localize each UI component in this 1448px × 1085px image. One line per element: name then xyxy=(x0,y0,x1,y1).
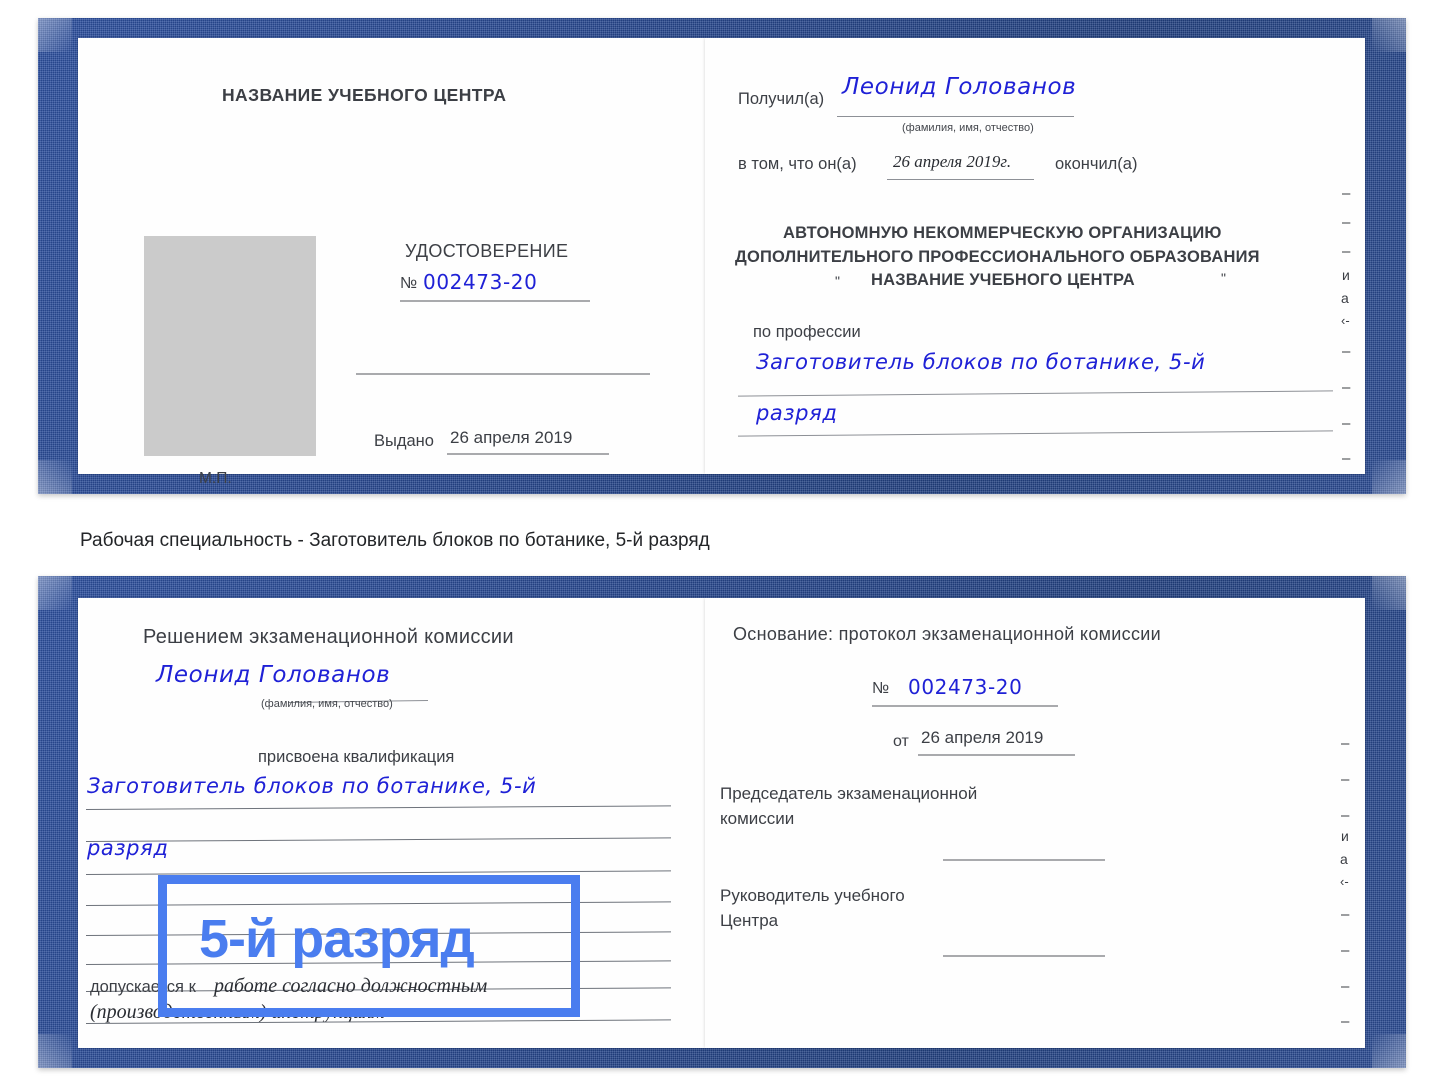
edge-mark-b5: ‹- xyxy=(1340,874,1349,889)
edge-mark-9: – xyxy=(1342,450,1351,467)
head-line-2: Центра xyxy=(720,911,779,930)
certificate-number-value: 002473-20 xyxy=(423,270,538,294)
profession-value-line-2: разряд xyxy=(756,401,838,425)
training-center-header: НАЗВАНИЕ УЧЕБНОГО ЦЕНТРА xyxy=(222,85,507,105)
edge-mark-3: и xyxy=(1342,267,1350,283)
blank-rule-1 xyxy=(356,373,650,375)
protocol-date-underline xyxy=(918,754,1075,756)
certificate-number-prefix: № xyxy=(400,275,418,292)
issued-underline xyxy=(447,453,609,455)
certificate-top: НАЗВАНИЕ УЧЕБНОГО ЦЕНТРА УДОСТОВЕРЕНИЕ №… xyxy=(38,18,1406,494)
edge-mark-b3: и xyxy=(1341,828,1349,844)
chairman-signature-line xyxy=(943,859,1105,861)
profession-rule-2 xyxy=(738,430,1333,437)
edge-mark-7: – xyxy=(1342,379,1351,396)
edge-mark-b0: – xyxy=(1341,735,1350,752)
binder-fold-top-right-2 xyxy=(1372,576,1406,610)
head-signature-line xyxy=(943,955,1105,957)
in-that-underline xyxy=(887,179,1034,180)
protocol-number-underline xyxy=(872,705,1058,707)
edge-mark-b9: – xyxy=(1341,1013,1350,1030)
binder-fold-top-left xyxy=(38,18,72,52)
finished-label: окончил(а) xyxy=(1055,155,1138,173)
edge-mark-b7: – xyxy=(1341,942,1350,959)
certificate-bottom-right-page: Основание: протокол экзаменационной коми… xyxy=(705,598,1365,1048)
qualification-value-line-2: разряд xyxy=(87,836,169,860)
edge-mark-b1: – xyxy=(1341,771,1350,788)
edge-mark-5: ‹- xyxy=(1341,313,1350,328)
issued-date-value: 26 апреля 2019 xyxy=(450,428,573,447)
qualification-rule-1 xyxy=(85,805,671,810)
document-type-label: УДОСТОВЕРЕНИЕ xyxy=(405,241,569,261)
annotation-highlight-label: 5-й разряд xyxy=(199,909,475,969)
edge-mark-b2: – xyxy=(1341,807,1350,824)
edge-mark-b6: – xyxy=(1341,906,1350,923)
received-underline xyxy=(837,116,1074,117)
edge-mark-2: – xyxy=(1342,243,1351,260)
protocol-number-value: 002473-20 xyxy=(908,675,1023,699)
edge-mark-8: – xyxy=(1342,415,1351,432)
in-that-date-value: 26 апреля 2019г. xyxy=(893,152,1012,171)
certificate-top-left-page: НАЗВАНИЕ УЧЕБНОГО ЦЕНТРА УДОСТОВЕРЕНИЕ №… xyxy=(78,38,705,487)
protocol-number-prefix: № xyxy=(872,680,890,697)
profession-value-line-1: Заготовитель блоков по ботанике, 5-й xyxy=(756,350,1206,374)
page-caption: Рабочая специальность - Заготовитель бло… xyxy=(80,530,710,551)
seal-label: М.П. xyxy=(199,470,232,487)
organization-quote-open: " xyxy=(835,273,840,289)
profession-rule-1 xyxy=(738,390,1333,397)
qualification-rule-2 xyxy=(85,837,671,842)
edge-mark-6: – xyxy=(1342,343,1351,360)
binder-fold-top-right xyxy=(1372,18,1406,52)
fio-hint-top: (фамилия, имя, отчество) xyxy=(902,122,1034,134)
organization-line-3: НАЗВАНИЕ УЧЕБНОГО ЦЕНТРА xyxy=(871,271,1135,289)
edge-mark-0: – xyxy=(1342,185,1351,202)
edge-mark-4: а xyxy=(1341,290,1349,306)
edge-mark-1: – xyxy=(1342,214,1351,231)
profession-label: по профессии xyxy=(753,323,861,341)
decision-header: Решением экзаменационной комиссии xyxy=(143,626,514,648)
organization-quote-close: " xyxy=(1221,270,1226,286)
received-name-value: Леонид Голованов xyxy=(842,74,1077,100)
binder-fold-bottom-left-2 xyxy=(38,1034,72,1068)
binder-fold-bottom-left xyxy=(38,460,72,494)
certificate-top-right-page: Получил(а) Леонид Голованов (фамилия, им… xyxy=(705,38,1365,474)
edge-mark-b4: а xyxy=(1340,851,1348,867)
issued-label: Выдано xyxy=(374,432,434,450)
edge-mark-b8: – xyxy=(1341,978,1350,995)
basis-label: Основание: протокол экзаменационной коми… xyxy=(733,624,1161,644)
fio-hint-bottom: (фамилия, имя, отчество) xyxy=(261,698,393,710)
qualification-value-line-1: Заготовитель блоков по ботанике, 5-й xyxy=(87,774,537,798)
protocol-date-prefix: от xyxy=(893,733,909,750)
in-that-label: в том, что он(а) xyxy=(738,155,857,173)
binder-fold-bottom-right xyxy=(1372,460,1406,494)
organization-line-2: ДОПОЛНИТЕЛЬНОГО ПРОФЕССИОНАЛЬНОГО ОБРАЗО… xyxy=(735,248,1260,266)
decision-name-value: Леонид Голованов xyxy=(156,662,391,688)
screenshot-root: НАЗВАНИЕ УЧЕБНОГО ЦЕНТРА УДОСТОВЕРЕНИЕ №… xyxy=(0,0,1448,1085)
chairman-line-2: комиссии xyxy=(720,809,795,828)
photo-placeholder xyxy=(144,236,316,456)
binder-fold-bottom-right-2 xyxy=(1372,1034,1406,1068)
number-underline xyxy=(400,300,590,302)
chairman-line-1: Председатель экзаменационной xyxy=(720,784,978,803)
head-line-1: Руководитель учебного xyxy=(720,886,905,905)
binder-fold-top-left-2 xyxy=(38,576,72,610)
organization-line-1: АВТОНОМНУЮ НЕКОММЕРЧЕСКУЮ ОРГАНИЗАЦИЮ xyxy=(783,224,1222,242)
protocol-date-value: 26 апреля 2019 xyxy=(921,728,1044,747)
received-label: Получил(а) xyxy=(738,90,825,108)
qualification-label: присвоена квалификация xyxy=(258,748,455,766)
